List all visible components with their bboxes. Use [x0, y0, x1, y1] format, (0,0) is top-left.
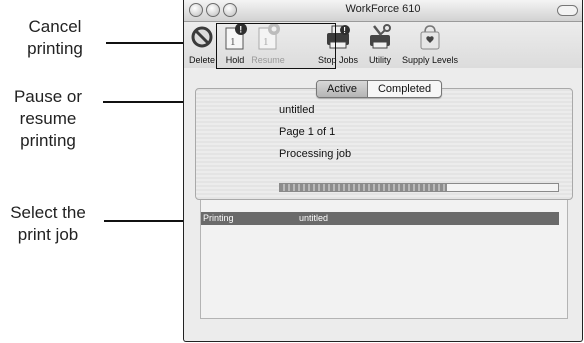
tab-bar: Active Completed: [316, 80, 443, 98]
job-row-status: Printing: [203, 213, 234, 223]
utility-label: Utility: [369, 55, 391, 65]
job-progress-bar: [279, 183, 559, 192]
supply-levels-button[interactable]: Supply Levels: [398, 22, 462, 68]
table-row[interactable]: Printing untitled: [201, 212, 559, 225]
callout-cancel-printing: Cancel printing: [27, 17, 83, 58]
callout-pause-resume: Pause or resume printing: [13, 87, 83, 150]
job-list: Printing untitled: [200, 200, 568, 319]
hold-resume-callout-box: [216, 23, 336, 69]
leader-line-cancel: [106, 42, 188, 44]
tab-active[interactable]: Active: [317, 81, 368, 97]
job-progress-fill: [280, 184, 447, 191]
tab-completed[interactable]: Completed: [368, 81, 441, 97]
no-entry-icon: [188, 22, 216, 52]
job-row-name: untitled: [299, 213, 329, 223]
utility-button[interactable]: Utility: [364, 22, 396, 68]
toolbar-toggle-button[interactable]: [557, 5, 578, 16]
window-title: WorkForce 610: [345, 3, 421, 15]
job-status: Processing job: [279, 148, 352, 160]
supply-levels-label: Supply Levels: [401, 55, 459, 65]
delete-button[interactable]: Delete: [186, 22, 218, 68]
job-name: untitled: [279, 104, 315, 116]
job-page: Page 1 of 1: [279, 126, 336, 138]
print-queue-window: WorkForce 610 Delete 1 ! Hold 1 Resume !…: [183, 0, 583, 342]
delete-label: Delete: [188, 55, 215, 65]
title-bar[interactable]: WorkForce 610: [184, 0, 582, 22]
callout-select-job: Select the print job: [10, 203, 86, 244]
utility-tools-icon: [366, 22, 394, 52]
svg-text:!: !: [343, 26, 346, 35]
shopping-bag-icon: [416, 22, 444, 52]
